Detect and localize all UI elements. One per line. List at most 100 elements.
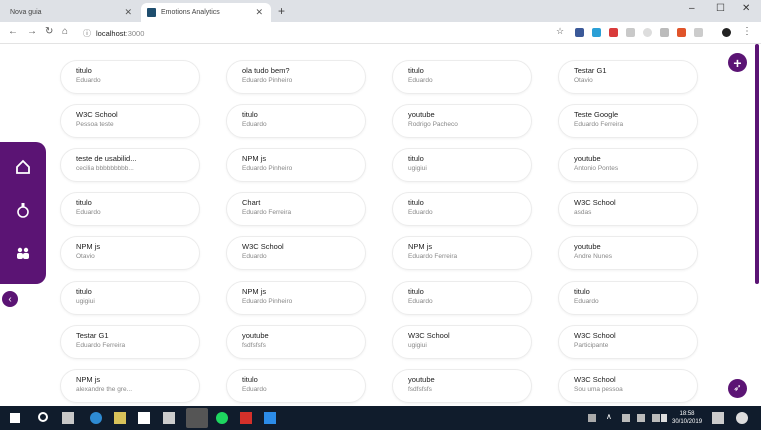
weather-icon[interactable] (736, 412, 748, 424)
post-card[interactable]: W3C School ugigiui (392, 325, 532, 359)
forward-icon[interactable]: → (27, 26, 37, 37)
home-icon[interactable] (12, 156, 34, 178)
wifi-icon[interactable] (637, 414, 645, 422)
back-icon[interactable]: ← (8, 26, 18, 37)
post-card[interactable]: NPM js alexandre the gre... (60, 369, 200, 403)
tab-emotions-analytics[interactable]: Emotions Analytics ✕ (141, 3, 271, 22)
extension-icon[interactable] (575, 28, 584, 37)
post-card[interactable]: W3C School asdas (558, 192, 698, 226)
rocket-button[interactable]: ➶ (728, 379, 747, 398)
close-tab-icon[interactable]: ✕ (124, 7, 132, 18)
card-author: Otavio (76, 253, 95, 260)
post-card[interactable]: titulo Eduardo (226, 369, 366, 403)
flask-icon[interactable] (12, 199, 34, 221)
post-card[interactable]: Chart Eduardo Ferreira (226, 192, 366, 226)
bookmark-star-icon[interactable]: ☆ (556, 26, 564, 37)
post-card[interactable]: youtube Antonio Pontes (558, 148, 698, 182)
spotify-icon[interactable] (216, 412, 228, 424)
store-icon[interactable] (138, 412, 150, 424)
post-card[interactable]: NPM js Eduardo Pinheiro (226, 148, 366, 182)
mail-icon[interactable] (163, 412, 175, 424)
notifications-icon[interactable] (712, 412, 724, 424)
post-card[interactable]: Testar G1 Otavio (558, 60, 698, 94)
collapse-sidebar-button[interactable]: ‹ (2, 291, 18, 307)
extension-icon[interactable] (694, 28, 703, 37)
reload-icon[interactable]: ↻ (45, 26, 53, 37)
edge-icon[interactable] (90, 412, 102, 424)
chevron-up-icon[interactable]: ∧ (606, 412, 618, 424)
search-icon[interactable] (38, 412, 48, 422)
post-card[interactable]: Teste Google Eduardo Ferreira (558, 104, 698, 138)
post-card[interactable]: titulo Eduardo (558, 281, 698, 315)
volume-icon[interactable] (652, 414, 660, 422)
post-card[interactable]: youtube Andre Nunes (558, 236, 698, 270)
url-field[interactable]: ⓘ localhost :3000 (83, 25, 543, 41)
extension-icon[interactable] (609, 28, 618, 37)
close-tab-icon[interactable]: ✕ (255, 7, 263, 18)
vscode-icon[interactable] (264, 412, 276, 424)
clock[interactable]: 18:58 30/10/2019 (672, 410, 702, 426)
card-author: Sou uma pessoa (574, 386, 623, 393)
windows-start-icon[interactable] (10, 413, 20, 423)
post-card[interactable]: titulo Eduardo (392, 281, 532, 315)
post-card[interactable]: Testar G1 Eduardo Ferreira (60, 325, 200, 359)
people-icon[interactable] (588, 414, 596, 422)
menu-dots-icon[interactable]: ⋮ (742, 26, 752, 37)
post-card[interactable]: titulo ugigiui (60, 281, 200, 315)
post-card[interactable]: titulo Eduardo (392, 60, 532, 94)
battery-icon[interactable] (622, 414, 630, 422)
card-author: Eduardo Pinheiro (242, 165, 293, 172)
post-card[interactable]: youtube Rodrigo Pacheco (392, 104, 532, 138)
post-card[interactable]: titulo Eduardo (60, 192, 200, 226)
post-card[interactable]: titulo ugigiui (392, 148, 532, 182)
post-card[interactable]: NPM js Eduardo Pinheiro (226, 281, 366, 315)
post-card[interactable]: NPM js Eduardo Ferreira (392, 236, 532, 270)
card-title: Chart (242, 198, 261, 207)
scrollbar-thumb[interactable] (755, 44, 759, 284)
card-title: NPM js (76, 242, 101, 251)
scrollbar[interactable] (753, 44, 761, 406)
post-card[interactable]: W3C School Pessoa teste (60, 104, 200, 138)
extension-icon[interactable] (592, 28, 601, 37)
maximize-icon[interactable]: ☐ (716, 3, 725, 14)
extension-icon[interactable] (643, 28, 652, 37)
post-card[interactable]: ola tudo bem? Eduardo Pinheiro (226, 60, 366, 94)
tab-nova-guia[interactable]: Nova guia ✕ (0, 3, 140, 22)
post-card[interactable]: W3C School Eduardo (226, 236, 366, 270)
card-title: Testar G1 (76, 331, 109, 340)
extension-icon[interactable] (660, 28, 669, 37)
post-card[interactable]: titulo Eduardo (60, 60, 200, 94)
card-author: Andre Nunes (574, 253, 612, 260)
chrome-icon[interactable] (186, 408, 208, 428)
plus-icon: + (733, 54, 742, 71)
extension-icon[interactable] (626, 28, 635, 37)
post-card[interactable]: W3C School Sou uma pessoa (558, 369, 698, 403)
window-close-icon[interactable]: ✕ (742, 3, 750, 14)
explorer-icon[interactable] (114, 412, 126, 424)
card-author: Otavio (574, 77, 593, 84)
post-card[interactable]: youtube fsdfsfsfs (392, 369, 532, 403)
card-title: W3C School (242, 242, 284, 251)
post-card[interactable]: teste de usabilid... cecilia bbbbbbbbb... (60, 148, 200, 182)
card-title: titulo (408, 198, 424, 207)
minimize-icon[interactable]: – (689, 3, 695, 14)
task-view-icon[interactable] (62, 412, 74, 424)
card-author: fsdfsfsfs (408, 386, 432, 393)
card-author: Eduardo (242, 386, 267, 393)
url-host: localhost (96, 28, 126, 38)
users-icon[interactable] (12, 242, 34, 264)
extension-icon[interactable] (677, 28, 686, 37)
acrobat-icon[interactable] (240, 412, 252, 424)
new-tab-icon[interactable]: + (278, 4, 285, 18)
card-title: ola tudo bem? (242, 66, 290, 75)
post-card[interactable]: titulo Eduardo (226, 104, 366, 138)
post-card[interactable]: W3C School Participante (558, 325, 698, 359)
home-page-icon[interactable]: ⌂ (62, 26, 68, 37)
card-author: Eduardo Pinheiro (242, 77, 293, 84)
profile-avatar[interactable] (722, 28, 731, 37)
add-button[interactable]: + (728, 53, 747, 72)
language-icon[interactable] (661, 414, 667, 422)
post-card[interactable]: NPM js Otavio (60, 236, 200, 270)
post-card[interactable]: titulo Eduardo (392, 192, 532, 226)
post-card[interactable]: youtube fsdfsfsfs (226, 325, 366, 359)
